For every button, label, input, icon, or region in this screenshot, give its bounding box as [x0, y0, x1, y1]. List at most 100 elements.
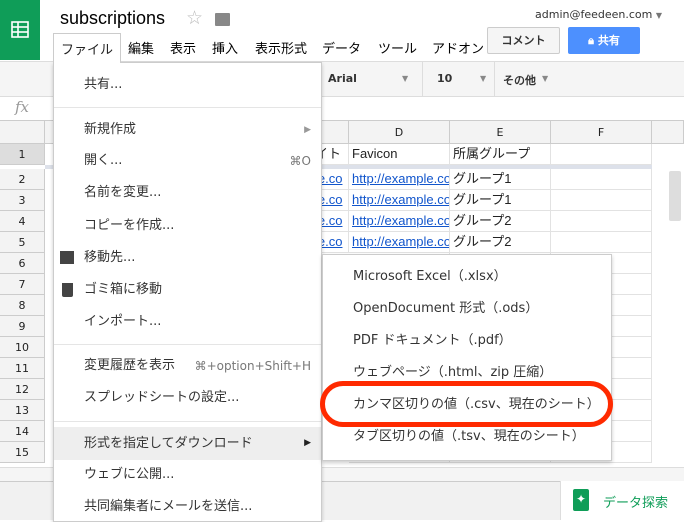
menu-file[interactable]: ファイル [53, 33, 121, 63]
cell[interactable]: http://example.co [349, 169, 450, 190]
menu-item-label: 共有... [84, 77, 123, 92]
cell[interactable]: http://example.co [349, 211, 450, 232]
explore-label: データ探索 [603, 496, 669, 511]
menu-item-label: 共同編集者にメールを送信... [84, 499, 253, 514]
menu-item-label: コピーを作成... [84, 218, 175, 233]
row-header[interactable]: 2 [0, 169, 45, 190]
menu-view[interactable]: 表示 [170, 38, 196, 57]
cell[interactable]: グループ2 [450, 232, 551, 253]
menu-edit[interactable]: 編集 [128, 38, 154, 57]
menu-item-label: 名前を変更... [84, 185, 162, 200]
column-header[interactable]: D [349, 121, 450, 144]
cell[interactable] [551, 144, 652, 165]
cell[interactable]: グループ1 [450, 169, 551, 190]
explore-button[interactable]: ✦ データ探索 [560, 481, 684, 520]
row-header[interactable]: 6 [0, 253, 45, 274]
file-menu-item[interactable]: 名前を変更... [54, 178, 321, 208]
trash-icon [62, 283, 73, 297]
menu-format[interactable]: 表示形式 [255, 38, 307, 57]
menu-separator [54, 421, 321, 422]
row-header[interactable]: 4 [0, 211, 45, 232]
download-option[interactable]: PDF ドキュメント（.pdf） [323, 326, 611, 356]
row-header[interactable]: 12 [0, 379, 45, 400]
menu-item-label: 新規作成 [84, 122, 137, 137]
download-option[interactable]: Microsoft Excel（.xlsx） [323, 262, 611, 292]
toolbar-divider [422, 62, 423, 96]
more-button[interactable]: その他 [503, 72, 536, 88]
chevron-down-icon: ▼ [480, 74, 487, 83]
cell[interactable] [551, 211, 652, 232]
menu-item-label: スプレッドシートの設定... [84, 390, 240, 405]
account-email: admin@feedeen.com [535, 8, 653, 21]
row-header[interactable]: 10 [0, 337, 45, 358]
menu-item-label: 変更履歴を表示 [84, 358, 176, 373]
cell[interactable]: グループ2 [450, 211, 551, 232]
menu-addons[interactable]: アドオン [432, 38, 484, 57]
font-size-select[interactable]: 10 [437, 72, 452, 85]
menu-tools[interactable]: ツール [378, 38, 417, 57]
account-menu[interactable]: admin@feedeen.com ▼ [535, 8, 662, 21]
file-menu-item[interactable]: コピーを作成... [54, 211, 321, 241]
file-menu-item[interactable]: インポート... [54, 307, 321, 337]
menu-insert[interactable]: 挿入 [212, 38, 238, 57]
menu-item-shortcut: ⌘+option+Shift+H [194, 359, 311, 373]
menu-item-label: 形式を指定してダウンロード [84, 436, 253, 451]
file-menu-item[interactable]: スプレッドシートの設定... [54, 383, 321, 413]
menu-item-label: 移動先... [84, 250, 136, 265]
column-header [652, 121, 684, 144]
row-header[interactable]: 5 [0, 232, 45, 253]
file-menu-item[interactable]: ウェブに公開... [54, 460, 321, 490]
download-option[interactable]: OpenDocument 形式（.ods） [323, 294, 611, 324]
row-header[interactable]: 9 [0, 316, 45, 337]
menu-separator [54, 344, 321, 345]
file-menu: 共有... 新規作成 ▶ 開く... ⌘O 名前を変更... コピーを作成... 移動先...… [53, 62, 322, 522]
file-menu-item[interactable]: 形式を指定してダウンロード ▶ [54, 427, 321, 460]
cell[interactable]: 所属グループ [450, 144, 551, 165]
chevron-down-icon: ▼ [655, 11, 663, 20]
row-header[interactable]: 14 [0, 421, 45, 442]
chevron-right-icon: ▶ [304, 125, 311, 135]
document-title[interactable]: subscriptions [60, 8, 165, 29]
share-label: 共有 [597, 34, 620, 47]
fx-icon: fx [15, 98, 30, 116]
file-menu-item[interactable]: 開く... ⌘O [54, 146, 321, 176]
corner-cell[interactable] [0, 121, 45, 144]
row-header[interactable]: 1 [0, 144, 45, 165]
cell[interactable] [551, 190, 652, 211]
row-header[interactable]: 8 [0, 295, 45, 316]
cell[interactable]: http://example.co [349, 190, 450, 211]
font-select[interactable]: Arial [328, 72, 357, 85]
folder-icon[interactable] [215, 13, 230, 26]
row-header[interactable]: 13 [0, 400, 45, 421]
file-menu-item[interactable]: ゴミ箱に移動 [54, 275, 321, 305]
menu-item-label: 開く... [84, 153, 123, 168]
file-menu-item[interactable]: 共同編集者にメールを送信... [54, 492, 321, 522]
menu-separator [54, 107, 321, 108]
row-header[interactable]: 11 [0, 358, 45, 379]
row-header[interactable]: 3 [0, 190, 45, 211]
file-menu-item[interactable]: 新規作成 ▶ [54, 115, 321, 145]
chevron-down-icon: ▼ [542, 74, 549, 83]
toolbar-divider [494, 62, 495, 96]
share-button[interactable]: 🔒︎ 共有 [568, 27, 640, 54]
cell[interactable]: グループ1 [450, 190, 551, 211]
folder-icon [60, 251, 74, 264]
star-icon[interactable]: ☆ [186, 7, 203, 29]
vertical-scrollbar[interactable] [669, 171, 681, 221]
chevron-right-icon: ▶ [304, 438, 311, 448]
cell[interactable]: http://example.co [349, 232, 450, 253]
file-menu-item[interactable]: 共有... [54, 70, 321, 100]
file-menu-item[interactable]: 変更履歴を表示 ⌘+option+Shift+H [54, 351, 321, 381]
file-menu-item[interactable]: 移動先... [54, 243, 321, 273]
column-header[interactable]: E [450, 121, 551, 144]
comment-button[interactable]: コメント [487, 27, 560, 54]
row-header[interactable]: 15 [0, 442, 45, 463]
cell[interactable] [551, 232, 652, 253]
cell[interactable] [551, 169, 652, 190]
menu-data[interactable]: データ [322, 38, 361, 57]
download-submenu: Microsoft Excel（.xlsx） OpenDocument 形式（.o… [322, 254, 612, 461]
row-header[interactable]: 7 [0, 274, 45, 295]
cell[interactable]: Favicon [349, 144, 450, 165]
sheets-logo[interactable] [0, 0, 40, 60]
column-header[interactable]: F [551, 121, 652, 144]
